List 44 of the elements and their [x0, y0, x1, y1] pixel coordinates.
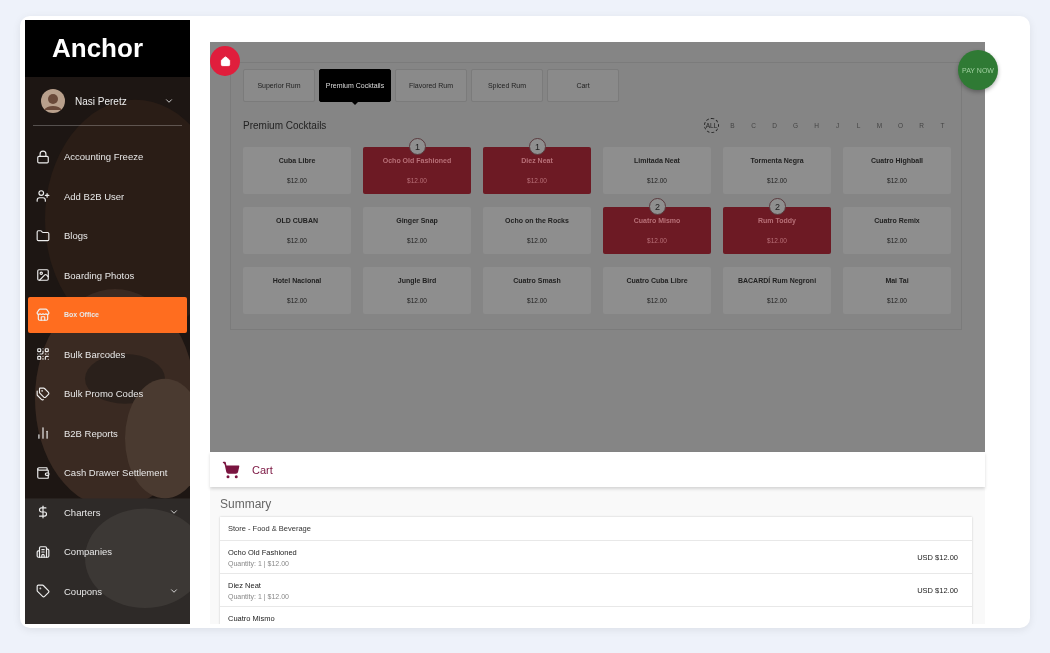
sidebar-item[interactable]: Blogs [28, 218, 187, 254]
caret-icon[interactable] [164, 96, 174, 106]
sidebar-item[interactable]: Bulk Barcodes [28, 336, 187, 372]
dollar-icon [36, 505, 50, 520]
sidebar-item-label: Coupons [64, 585, 104, 597]
sidebar-item[interactable]: Charters [28, 494, 187, 530]
sidebar-item-label: Cash Drawer Settlement [64, 467, 169, 479]
add-user-icon [36, 189, 50, 204]
sidebar-item-label: Blogs [64, 230, 89, 242]
bar-chart-icon [36, 426, 50, 441]
home-button[interactable] [210, 46, 240, 76]
sidebar-item[interactable]: Bulk Promo Codes [28, 376, 187, 412]
image-icon [36, 268, 50, 283]
section-heading: Premium Cocktails [243, 120, 327, 131]
wallet-icon [36, 465, 50, 480]
home-icon [219, 55, 231, 67]
sidebar-item-label: Charters [64, 506, 102, 518]
sidebar-item[interactable]: Coupons [28, 573, 187, 609]
sidebar-item[interactable]: B2B Reports [28, 415, 187, 451]
lock-icon [36, 149, 50, 164]
folder-icon [36, 228, 50, 243]
sidebar-item-label: Accounting Freeze [64, 151, 145, 163]
store-icon [36, 307, 50, 322]
tag-icon [36, 584, 50, 599]
sidebar-item-label: Bulk Barcodes [64, 348, 127, 360]
summary-heading: Summary [220, 497, 273, 511]
qr-code-icon [36, 347, 50, 362]
sidebar-item-label: Companies [64, 546, 114, 558]
sidebar-item[interactable]: Accounting Freeze [28, 139, 187, 175]
building-icon [36, 544, 50, 559]
avatar [41, 89, 65, 113]
cart-icon [222, 460, 240, 479]
sidebar-item-label: Boarding Photos [64, 269, 136, 281]
sidebar-item-label: Add B2B User [64, 190, 126, 202]
tags-icon [36, 386, 50, 401]
sidebar-item-label: Bulk Promo Codes [64, 388, 145, 400]
user-name[interactable]: Nasi Peretz [75, 95, 154, 107]
sidebar-item[interactable]: Cash Drawer Settlement [28, 455, 187, 491]
sidebar-item-label: B2B Reports [64, 427, 119, 439]
sidebar-item[interactable]: Add B2B User [28, 178, 187, 214]
sidebar-item[interactable]: Boarding Photos [28, 257, 187, 293]
cart-title: Cart [252, 463, 273, 476]
sidebar-item[interactable]: Companies [28, 534, 187, 570]
logo: Anchor [25, 20, 190, 77]
